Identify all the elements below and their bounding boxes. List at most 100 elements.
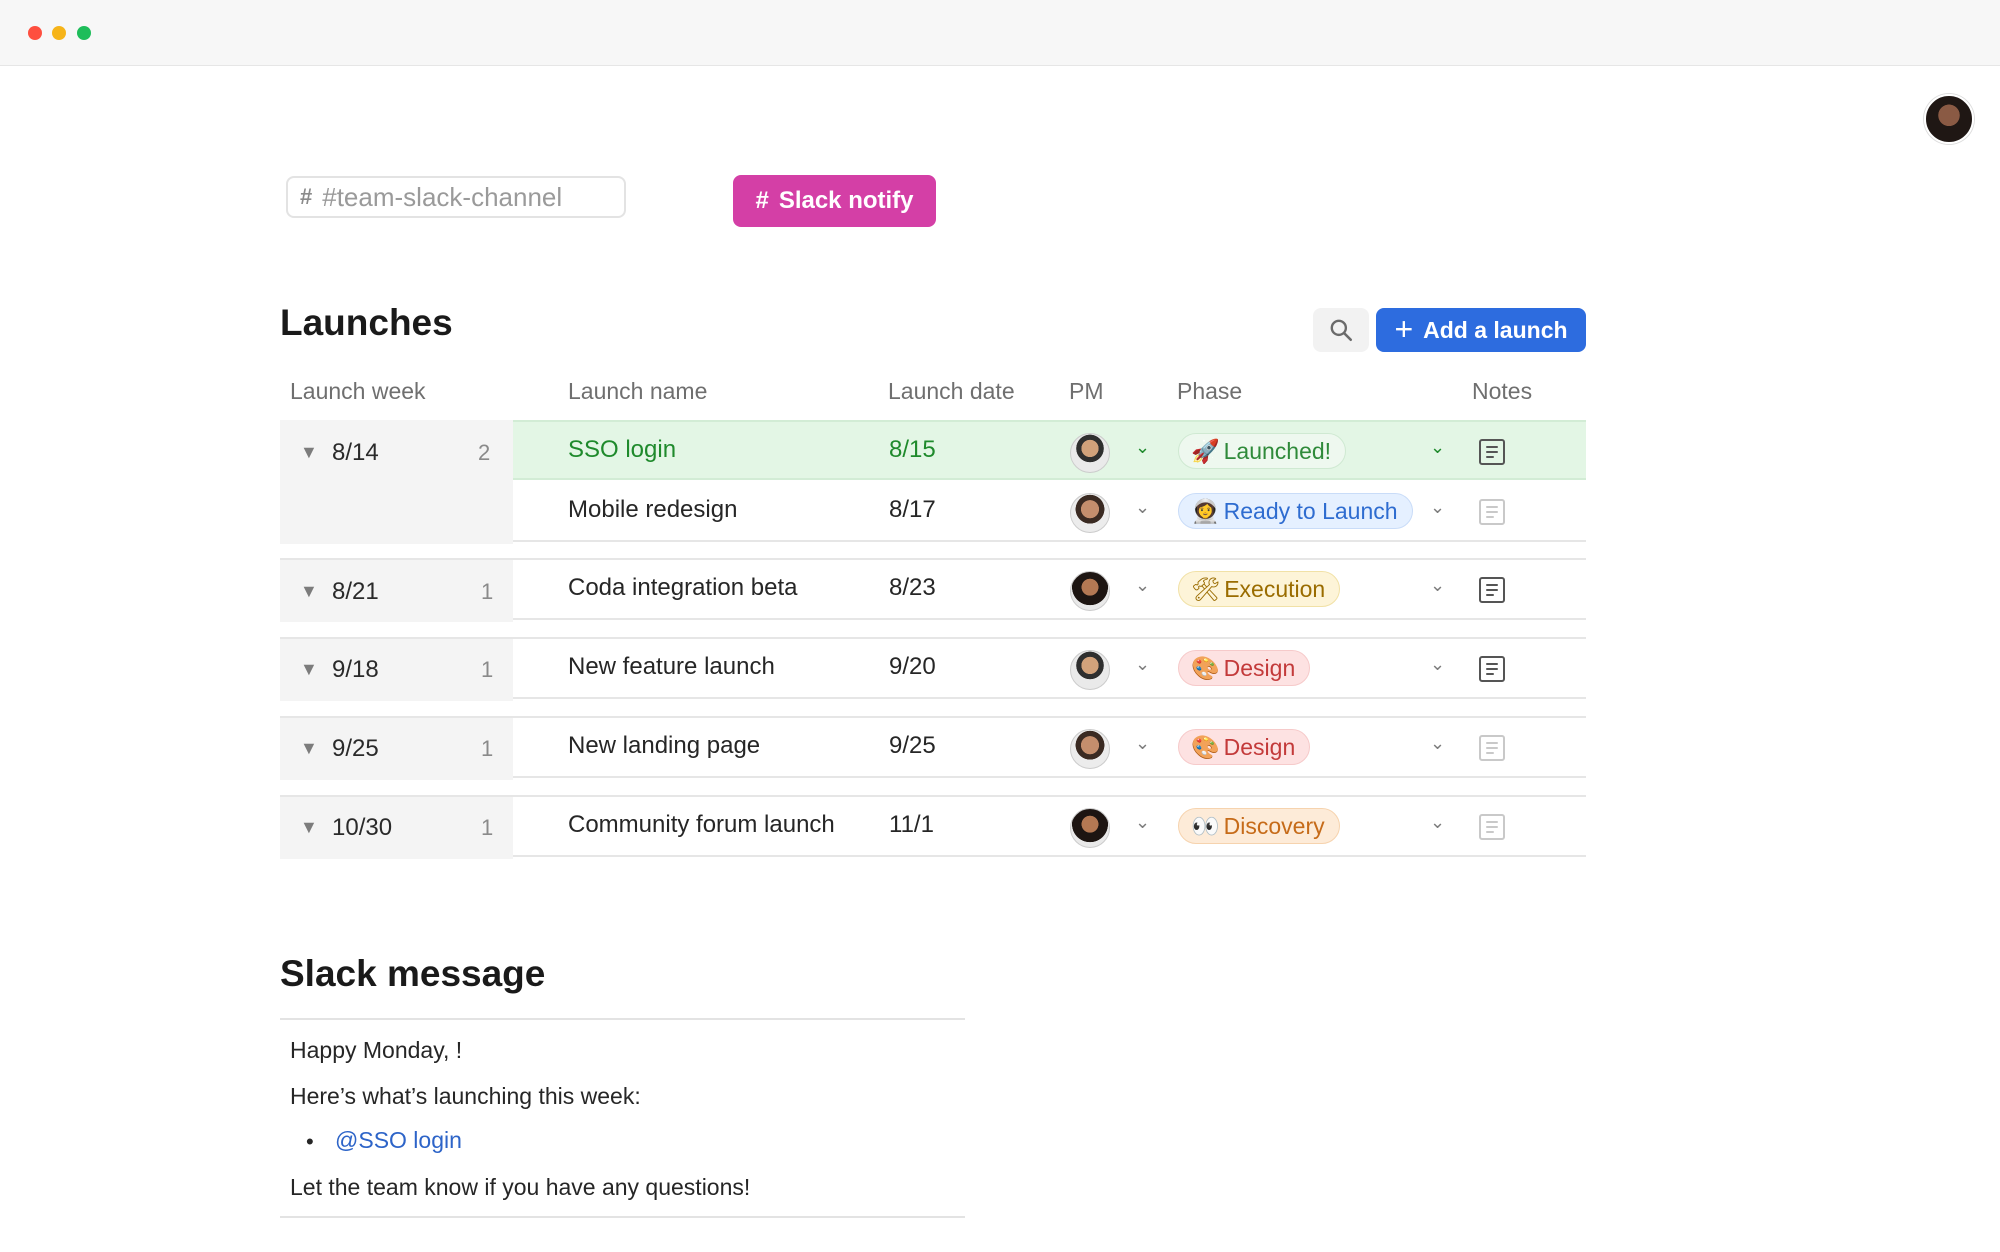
slack-channel-input[interactable] xyxy=(322,181,603,213)
chevron-down-icon[interactable]: ⌄ xyxy=(1430,575,1445,596)
chevron-down-icon[interactable]: ⌄ xyxy=(1135,575,1150,596)
minimize-window-button[interactable] xyxy=(52,26,66,40)
slack-hash-icon: # xyxy=(755,187,769,214)
phase-pill[interactable]: 🎨 Design xyxy=(1178,729,1311,765)
palette-icon: 🎨 xyxy=(1191,733,1220,760)
collapse-caret-icon[interactable]: ▼ xyxy=(300,581,318,602)
notes-icon[interactable] xyxy=(1479,656,1505,682)
phase-pill[interactable]: 🛠 Execution xyxy=(1178,571,1341,607)
chevron-down-icon[interactable]: ⌄ xyxy=(1430,733,1445,754)
launch-name[interactable]: Community forum launch xyxy=(568,811,835,839)
message-closing: Let the team know if you have any questi… xyxy=(290,1174,751,1200)
pm-avatar[interactable] xyxy=(1070,808,1110,848)
astronaut-icon: 👩‍🚀 xyxy=(1191,497,1220,524)
column-header-launch-date[interactable]: Launch date xyxy=(888,378,1015,405)
chevron-down-icon[interactable]: ⌄ xyxy=(1135,437,1150,458)
launch-date[interactable]: 8/23 xyxy=(889,574,936,602)
table-row[interactable]: New landing page 9/25 ⌄ 🎨 Design ⌄ xyxy=(513,718,1586,778)
launch-mention-link[interactable]: @SSO login xyxy=(335,1127,462,1154)
user-avatar[interactable] xyxy=(1924,94,1974,144)
group-count: 2 xyxy=(478,440,491,465)
plus-icon: + xyxy=(1394,310,1414,347)
group-count: 1 xyxy=(481,815,494,840)
maximize-window-button[interactable] xyxy=(77,26,91,40)
collapse-caret-icon[interactable]: ▼ xyxy=(300,659,318,680)
chevron-down-icon[interactable]: ⌄ xyxy=(1135,733,1150,754)
palette-icon: 🎨 xyxy=(1191,654,1220,681)
search-icon xyxy=(1330,319,1353,342)
launch-date[interactable]: 8/15 xyxy=(889,436,936,464)
column-header-launch-week[interactable]: Launch week xyxy=(290,378,426,405)
launch-name[interactable]: New feature launch xyxy=(568,653,775,681)
search-button[interactable] xyxy=(1313,308,1369,352)
launch-date[interactable]: 9/25 xyxy=(889,732,936,760)
table-row[interactable]: Coda integration beta 8/23 ⌄ 🛠 Execution… xyxy=(513,560,1586,620)
divider xyxy=(280,1216,965,1218)
notes-icon[interactable] xyxy=(1479,439,1505,465)
notes-icon[interactable] xyxy=(1479,577,1505,603)
tools-icon: 🛠 xyxy=(1191,575,1221,602)
eyes-icon: 👀 xyxy=(1191,812,1220,839)
phase-pill[interactable]: 🎨 Design xyxy=(1178,650,1311,686)
pm-avatar[interactable] xyxy=(1070,493,1110,533)
collapse-caret-icon[interactable]: ▼ xyxy=(300,442,318,463)
message-greeting: Happy Monday, ! xyxy=(290,1037,463,1063)
group-week-label: 8/21 xyxy=(332,578,379,605)
launch-name[interactable]: New landing page xyxy=(568,732,760,760)
phase-pill[interactable]: 🚀 Launched! xyxy=(1178,433,1347,469)
table-row[interactable]: Mobile redesign 8/17 ⌄ 👩‍🚀 Ready to Laun… xyxy=(513,482,1586,542)
group-count: 1 xyxy=(481,736,494,761)
divider xyxy=(280,1018,965,1020)
phase-pill[interactable]: 👀 Discovery xyxy=(1178,808,1340,844)
phase-label: Execution xyxy=(1224,575,1326,602)
chevron-down-icon[interactable]: ⌄ xyxy=(1430,437,1445,458)
group-count: 1 xyxy=(481,657,494,682)
group-week-label: 8/14 xyxy=(332,439,379,466)
phase-pill[interactable]: 👩‍🚀 Ready to Launch xyxy=(1178,493,1413,529)
launch-date[interactable]: 8/17 xyxy=(889,496,936,524)
close-window-button[interactable] xyxy=(28,26,42,40)
launches-title: Launches xyxy=(280,302,453,343)
notes-icon[interactable] xyxy=(1479,735,1505,761)
collapse-caret-icon[interactable]: ▼ xyxy=(300,817,318,838)
table-row[interactable]: SSO login 8/15 ⌄ 🚀 Launched! ⌄ xyxy=(513,420,1586,480)
table-row[interactable]: New feature launch 9/20 ⌄ 🎨 Design ⌄ xyxy=(513,639,1586,699)
group-week-label: 9/25 xyxy=(332,735,379,762)
column-header-pm[interactable]: PM xyxy=(1069,378,1104,405)
chevron-down-icon[interactable]: ⌄ xyxy=(1135,497,1150,518)
chevron-down-icon[interactable]: ⌄ xyxy=(1135,654,1150,675)
launch-name[interactable]: Mobile redesign xyxy=(568,496,737,524)
chevron-down-icon[interactable]: ⌄ xyxy=(1430,812,1445,833)
notes-icon[interactable] xyxy=(1479,499,1505,525)
add-launch-button[interactable]: + Add a launch xyxy=(1376,308,1586,352)
collapse-caret-icon[interactable]: ▼ xyxy=(300,738,318,759)
launch-name[interactable]: SSO login xyxy=(568,436,676,464)
pm-avatar[interactable] xyxy=(1070,729,1110,769)
column-header-notes[interactable]: Notes xyxy=(1472,378,1532,405)
slack-notify-label: Slack notify xyxy=(778,187,914,214)
phase-label: Design xyxy=(1223,654,1296,681)
pm-avatar[interactable] xyxy=(1070,650,1110,690)
launch-name[interactable]: Coda integration beta xyxy=(568,574,798,602)
launch-date[interactable]: 11/1 xyxy=(889,811,934,839)
column-header-phase[interactable]: Phase xyxy=(1177,378,1242,405)
chevron-down-icon[interactable]: ⌄ xyxy=(1430,497,1445,518)
group-week-label: 9/18 xyxy=(332,656,379,683)
notes-icon[interactable] xyxy=(1479,814,1505,840)
chevron-down-icon[interactable]: ⌄ xyxy=(1430,654,1445,675)
slack-message-title: Slack message xyxy=(280,953,546,994)
rocket-icon: 🚀 xyxy=(1191,437,1220,464)
column-header-launch-name[interactable]: Launch name xyxy=(568,378,707,405)
launch-date[interactable]: 9/20 xyxy=(889,653,936,681)
slack-notify-button[interactable]: # Slack notify xyxy=(733,175,936,227)
chevron-down-icon[interactable]: ⌄ xyxy=(1135,812,1150,833)
phase-label: Design xyxy=(1223,733,1296,760)
phase-label: Launched! xyxy=(1223,437,1332,464)
group-count: 1 xyxy=(481,579,494,604)
pm-avatar[interactable] xyxy=(1070,571,1110,611)
pm-avatar[interactable] xyxy=(1070,433,1110,473)
group-week-label: 10/30 xyxy=(332,814,393,841)
table-row[interactable]: Community forum launch 11/1 ⌄ 👀 Discover… xyxy=(513,797,1586,857)
window-titlebar xyxy=(0,0,2000,66)
phase-label: Discovery xyxy=(1223,812,1325,839)
